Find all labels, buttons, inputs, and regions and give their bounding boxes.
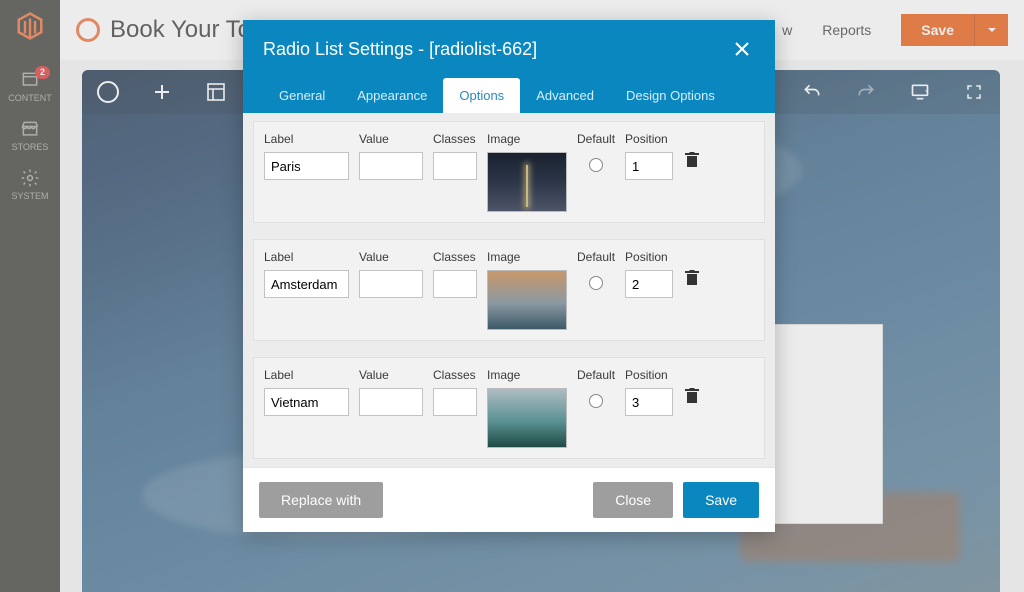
tab-options[interactable]: Options <box>443 78 520 113</box>
modal-footer: Replace with Close Save <box>243 467 775 532</box>
option-value-input[interactable] <box>359 152 423 180</box>
modal-body: Label Value Classes Image Default Positi… <box>243 113 775 467</box>
tab-general[interactable]: General <box>263 78 341 113</box>
option-classes-input[interactable] <box>433 152 477 180</box>
col-label: Label <box>264 368 349 382</box>
delete-option-button[interactable] <box>683 368 701 404</box>
col-image: Image <box>487 250 567 264</box>
modal-title: Radio List Settings - [radiolist-662] <box>263 39 729 60</box>
option-position-input[interactable] <box>625 388 673 416</box>
option-image-thumb[interactable] <box>487 152 567 212</box>
delete-option-button[interactable] <box>683 250 701 286</box>
modal-header: Radio List Settings - [radiolist-662] Ge… <box>243 20 775 113</box>
option-classes-input[interactable] <box>433 388 477 416</box>
option-row: Label Value Classes Image Default Positi… <box>253 239 765 341</box>
col-value: Value <box>359 132 423 146</box>
col-default: Default <box>577 132 615 146</box>
tab-appearance[interactable]: Appearance <box>341 78 443 113</box>
option-label-input[interactable] <box>264 388 349 416</box>
col-value: Value <box>359 250 423 264</box>
option-value-input[interactable] <box>359 270 423 298</box>
option-default-radio[interactable] <box>589 276 603 290</box>
col-image: Image <box>487 132 567 146</box>
option-classes-input[interactable] <box>433 270 477 298</box>
option-position-input[interactable] <box>625 152 673 180</box>
col-position: Position <box>625 132 673 146</box>
col-classes: Classes <box>433 368 477 382</box>
option-label-input[interactable] <box>264 152 349 180</box>
option-position-input[interactable] <box>625 270 673 298</box>
col-image: Image <box>487 368 567 382</box>
replace-with-button[interactable]: Replace with <box>259 482 383 518</box>
modal-tabs: General Appearance Options Advanced Desi… <box>263 78 755 113</box>
option-value-input[interactable] <box>359 388 423 416</box>
col-default: Default <box>577 368 615 382</box>
delete-option-button[interactable] <box>683 132 701 168</box>
radio-list-settings-modal: Radio List Settings - [radiolist-662] Ge… <box>243 20 775 532</box>
col-classes: Classes <box>433 250 477 264</box>
close-button[interactable]: Close <box>593 482 673 518</box>
col-default: Default <box>577 250 615 264</box>
option-default-radio[interactable] <box>589 158 603 172</box>
col-position: Position <box>625 368 673 382</box>
option-image-thumb[interactable] <box>487 270 567 330</box>
modal-save-button[interactable]: Save <box>683 482 759 518</box>
col-label: Label <box>264 250 349 264</box>
col-label: Label <box>264 132 349 146</box>
tab-design-options[interactable]: Design Options <box>610 78 731 113</box>
tab-advanced[interactable]: Advanced <box>520 78 610 113</box>
col-classes: Classes <box>433 132 477 146</box>
option-label-input[interactable] <box>264 270 349 298</box>
col-position: Position <box>625 250 673 264</box>
option-image-thumb[interactable] <box>487 388 567 448</box>
col-value: Value <box>359 368 423 382</box>
option-row: Label Value Classes Image Default Positi… <box>253 357 765 459</box>
option-default-radio[interactable] <box>589 394 603 408</box>
modal-close-button[interactable] <box>729 36 755 62</box>
option-row: Label Value Classes Image Default Positi… <box>253 121 765 223</box>
